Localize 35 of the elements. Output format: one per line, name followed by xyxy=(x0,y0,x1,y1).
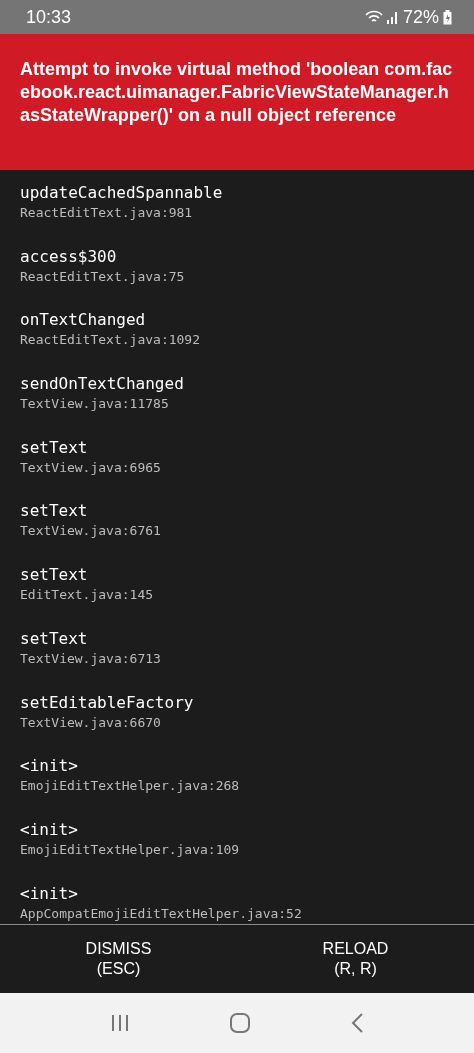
stack-method: onTextChanged xyxy=(20,309,146,332)
status-time: 10:33 xyxy=(26,6,73,28)
stack-file: TextView.java:6761 xyxy=(20,522,161,541)
stack-file: TextView.java:6713 xyxy=(20,649,161,668)
wifi-icon xyxy=(364,10,383,24)
stack-method: <init> xyxy=(20,755,78,778)
stack-file: AppCompatEmojiEditTextHelper.java:52 xyxy=(20,904,302,923)
stack-method: <init> xyxy=(20,882,78,905)
battery-icon xyxy=(443,9,452,25)
back-icon[interactable] xyxy=(351,1013,364,1033)
stack-method: access$300 xyxy=(20,245,117,268)
stack-file: EmojiEditTextHelper.java:109 xyxy=(20,840,240,859)
stack-method: setText xyxy=(20,564,88,587)
stack-file: EmojiEditTextHelper.java:268 xyxy=(20,777,240,796)
error-message: Attempt to invoke virtual method 'boolean com.facebook.react.uimanager.FabricViewStateManager.hasStateWrapper()' on a null object reference xyxy=(20,58,454,127)
stack-method: updateCachedSpannable xyxy=(20,182,223,204)
stack-file: ReactEditText.java:1092 xyxy=(20,331,200,350)
stack-method: setText xyxy=(20,500,88,523)
stack-file: ReactEditText.java:75 xyxy=(20,267,185,286)
stack-method: setText xyxy=(20,627,88,650)
stack-file: TextView.java:6965 xyxy=(20,458,161,477)
battery-percent: 72% xyxy=(402,6,439,28)
stack-method: <init> xyxy=(20,818,78,841)
stack-file: TextView.java:11785 xyxy=(20,395,169,414)
stack-file: ReactEditText.java:981 xyxy=(20,204,193,222)
signal-icon xyxy=(386,10,399,24)
home-icon[interactable] xyxy=(230,1013,250,1033)
action-button[interactable]: RELOAD (R, R) xyxy=(237,925,474,993)
recent-apps-icon[interactable] xyxy=(110,1014,129,1032)
stack-method: setText xyxy=(20,436,88,459)
stack-file: TextView.java:6670 xyxy=(20,713,161,732)
stack-file: EditText.java:145 xyxy=(20,586,154,605)
stack-method: setEditableFactory xyxy=(20,691,194,714)
action-button[interactable]: DISMISS (ESC) xyxy=(0,925,237,993)
stack-method: sendOnTextChanged xyxy=(20,373,184,396)
